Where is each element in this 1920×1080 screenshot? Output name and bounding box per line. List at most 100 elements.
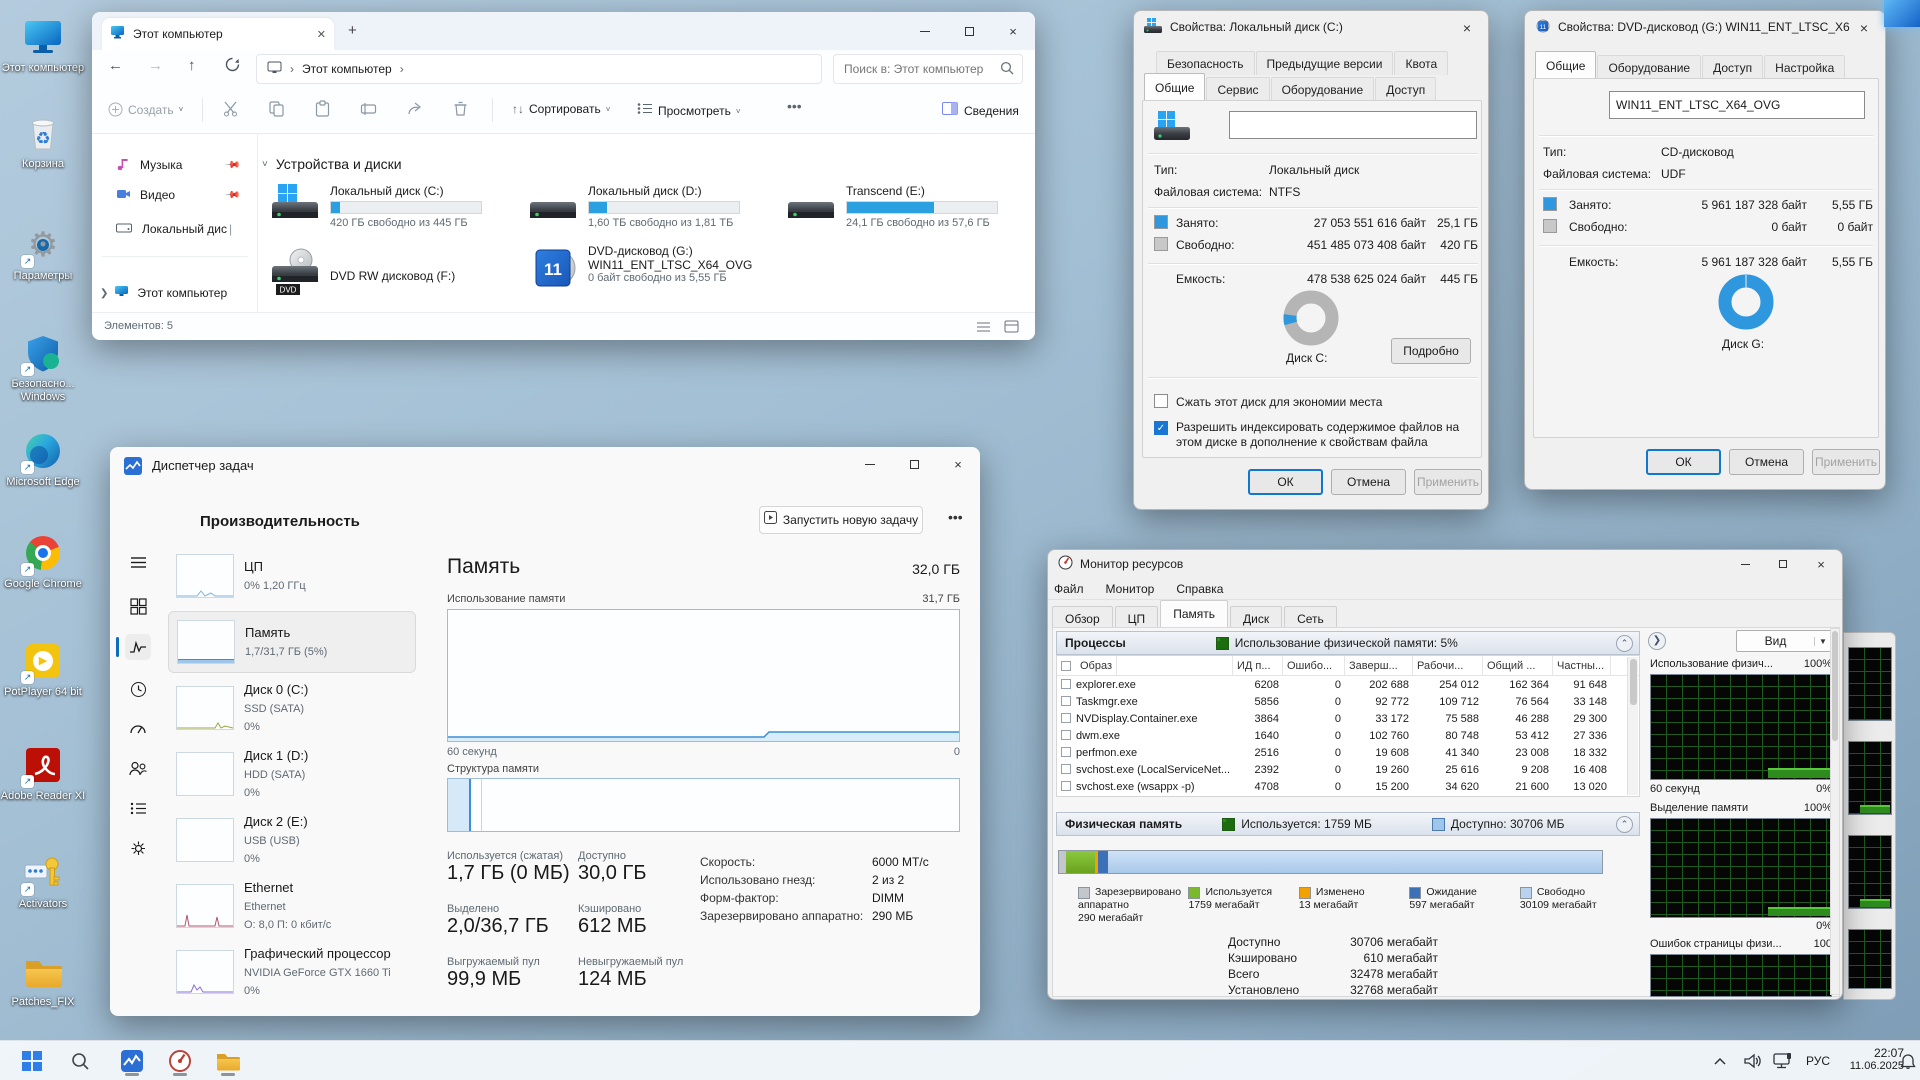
perf-item-disk1[interactable]: Диск 1 (D:)HDD (SATA)0% [168, 743, 416, 805]
startup-apps-icon[interactable] [125, 715, 151, 741]
apply-button[interactable]: Применить [1812, 449, 1880, 475]
cut-icon[interactable] [222, 100, 240, 118]
network-icon[interactable] [1768, 1045, 1798, 1077]
performance-icon[interactable] [125, 634, 151, 660]
process-row[interactable]: dwm.exe 1640 0 102 760 80 748 53 412 27 … [1057, 727, 1639, 744]
scrollbar[interactable] [1627, 657, 1638, 795]
perf-item-gpu[interactable]: Графический процессорNVIDIA GeForce GTX … [168, 941, 416, 1003]
desktop-icon-settings[interactable]: ⚙↗ Параметры [0, 222, 86, 283]
close-icon[interactable]: × [1452, 17, 1482, 39]
desktop-icon-this-pc[interactable]: Этот компьютер [0, 14, 86, 75]
scrollbar[interactable] [1830, 628, 1840, 995]
notifications-bell-icon[interactable] [1896, 1045, 1920, 1077]
processes-section-header[interactable]: Процессы Использование физической памяти… [1056, 631, 1640, 655]
index-checkbox[interactable]: ✓ [1154, 421, 1168, 435]
desktop-icon-chrome[interactable]: ↗ Google Chrome [0, 530, 86, 591]
search-box[interactable] [833, 54, 1023, 84]
copy-icon[interactable] [268, 100, 286, 118]
tab-tools[interactable]: Сервис [1206, 77, 1269, 101]
drive-item-c[interactable]: Локальный диск (C:) 420 ГБ свободно из 4… [270, 184, 482, 235]
volume-label-input[interactable] [1609, 91, 1865, 119]
tab-sharing[interactable]: Доступ [1702, 55, 1763, 79]
desktop-icon-potplayer[interactable]: ▶↗ PotPlayer 64 bit [0, 638, 86, 699]
details-pane-button[interactable]: Сведения [942, 102, 1019, 120]
explorer-tab[interactable]: Этот компьютер ✕ [102, 18, 334, 50]
cancel-button[interactable]: Отмена [1729, 449, 1804, 475]
perf-item-disk0[interactable]: Диск 0 (C:)SSD (SATA)0% [168, 677, 416, 739]
process-row[interactable]: NVDisplay.Container.exe 3864 0 33 172 75… [1057, 710, 1639, 727]
start-button[interactable] [12, 1045, 52, 1077]
view-dropdown[interactable]: Вид ▼ [1736, 630, 1832, 652]
run-new-task-button[interactable]: Запустить новую задачу [759, 506, 923, 534]
tab-security[interactable]: Безопасность [1156, 51, 1255, 75]
tab-sharing[interactable]: Доступ [1375, 77, 1436, 101]
minimize-button[interactable] [1726, 552, 1764, 576]
checkbox[interactable] [1061, 747, 1071, 757]
tab-quota[interactable]: Квота [1394, 51, 1448, 75]
process-row[interactable]: Taskmgr.exe 5856 0 92 772 109 712 76 564… [1057, 693, 1639, 710]
app-history-icon[interactable] [125, 676, 151, 702]
checkbox[interactable] [1061, 713, 1071, 723]
desktop-icon-activators[interactable]: ↗ Activators [0, 850, 86, 911]
create-button[interactable]: Создать˅ [108, 102, 183, 117]
process-row[interactable]: explorer.exe 6208 0 202 688 254 012 162 … [1057, 676, 1639, 693]
checkbox[interactable] [1061, 764, 1071, 774]
tab-general[interactable]: Общие [1144, 73, 1205, 101]
physical-memory-section-header[interactable]: Физическая память Используется: 1759 МБ … [1056, 812, 1640, 836]
tab-customize[interactable]: Настройка [1764, 55, 1845, 79]
volume-label-input[interactable] [1229, 111, 1477, 139]
taskbar-explorer[interactable] [208, 1045, 248, 1077]
close-button[interactable]: × [991, 14, 1035, 48]
minimize-button[interactable] [903, 14, 947, 48]
details-button[interactable]: Подробно [1391, 338, 1471, 364]
index-checkbox-label[interactable]: Разрешить индексировать содержимое файло… [1176, 420, 1471, 450]
drive-item-g[interactable]: 11 DVD-дисковод (G:) WIN11_ENT_LTSC_X64_… [528, 242, 752, 299]
delete-icon[interactable] [452, 100, 470, 118]
forward-icon[interactable]: → [148, 57, 163, 74]
compress-checkbox-label[interactable]: Сжать этот диск для экономии места [1176, 395, 1382, 409]
perf-item-cpu[interactable]: ЦП0% 1,20 ГГц [168, 545, 416, 607]
sidebar-item-this-pc[interactable]: ❯ Этот компьютер [92, 280, 252, 306]
close-button[interactable]: × [1802, 552, 1840, 576]
list-view-icon[interactable] [976, 320, 991, 338]
refresh-icon[interactable] [224, 56, 241, 78]
tray-chevron-icon[interactable] [1706, 1045, 1734, 1077]
perf-item-ethernet[interactable]: EthernetEthernetО: 8,0 П: 0 кбит/с [168, 875, 416, 937]
sidebar-item-video[interactable]: Видео 📌 [92, 182, 252, 208]
collapse-chevron-icon[interactable]: ⌃ [1616, 635, 1633, 652]
users-icon[interactable] [125, 755, 151, 781]
sidebar-item-music[interactable]: Музыка 📌 [92, 152, 252, 178]
volume-icon[interactable] [1738, 1045, 1766, 1077]
menu-item[interactable]: Справка [1170, 580, 1229, 598]
details-icon[interactable] [125, 795, 151, 821]
process-row[interactable]: svchost.exe (LocalServiceNet... 2392 0 1… [1057, 761, 1639, 778]
share-icon[interactable] [406, 100, 424, 118]
drive-item-f[interactable]: DVD DVD RW дисковод (F:) [270, 248, 455, 303]
close-button[interactable]: × [936, 447, 980, 481]
compress-checkbox[interactable] [1154, 394, 1168, 408]
paste-icon[interactable] [314, 100, 332, 118]
thumbnail-view-icon[interactable] [1004, 320, 1019, 338]
maximize-button[interactable] [1764, 552, 1802, 576]
tab-hardware[interactable]: Оборудование [1597, 55, 1701, 79]
rename-icon[interactable] [360, 100, 378, 118]
menu-item[interactable]: Файл [1048, 580, 1090, 598]
desktop-icon-patches-fix[interactable]: Patches_FIX [0, 948, 86, 1009]
more-options-icon[interactable]: ••• [787, 98, 802, 114]
desktop-icon-edge[interactable]: ↗ Microsoft Edge [0, 428, 86, 489]
services-icon[interactable] [125, 835, 151, 861]
new-tab-button[interactable]: + [348, 22, 357, 39]
clock[interactable]: 22:07 11.06.2025 [1842, 1046, 1904, 1072]
desktop-icon-windows-security[interactable]: ↗ Безопасно... Windows [0, 330, 86, 404]
search-input[interactable] [844, 62, 1000, 76]
sort-button[interactable]: ↑↓ Сортировать˅ [512, 102, 610, 116]
maximize-button[interactable] [892, 447, 936, 481]
process-row[interactable]: perfmon.exe 2516 0 19 608 41 340 23 008 … [1057, 744, 1639, 761]
checkbox[interactable] [1061, 696, 1071, 706]
ok-button[interactable]: ОК [1646, 449, 1721, 475]
drive-item-e[interactable]: Transcend (E:) 24,1 ГБ свободно из 57,6 … [786, 184, 998, 235]
checkbox[interactable] [1061, 661, 1071, 671]
tab-general[interactable]: Общие [1535, 51, 1596, 79]
process-row[interactable]: svchost.exe (wsappx -p) 4708 0 15 200 34… [1057, 778, 1639, 795]
breadcrumb-item[interactable]: Этот компьютер [302, 62, 392, 76]
